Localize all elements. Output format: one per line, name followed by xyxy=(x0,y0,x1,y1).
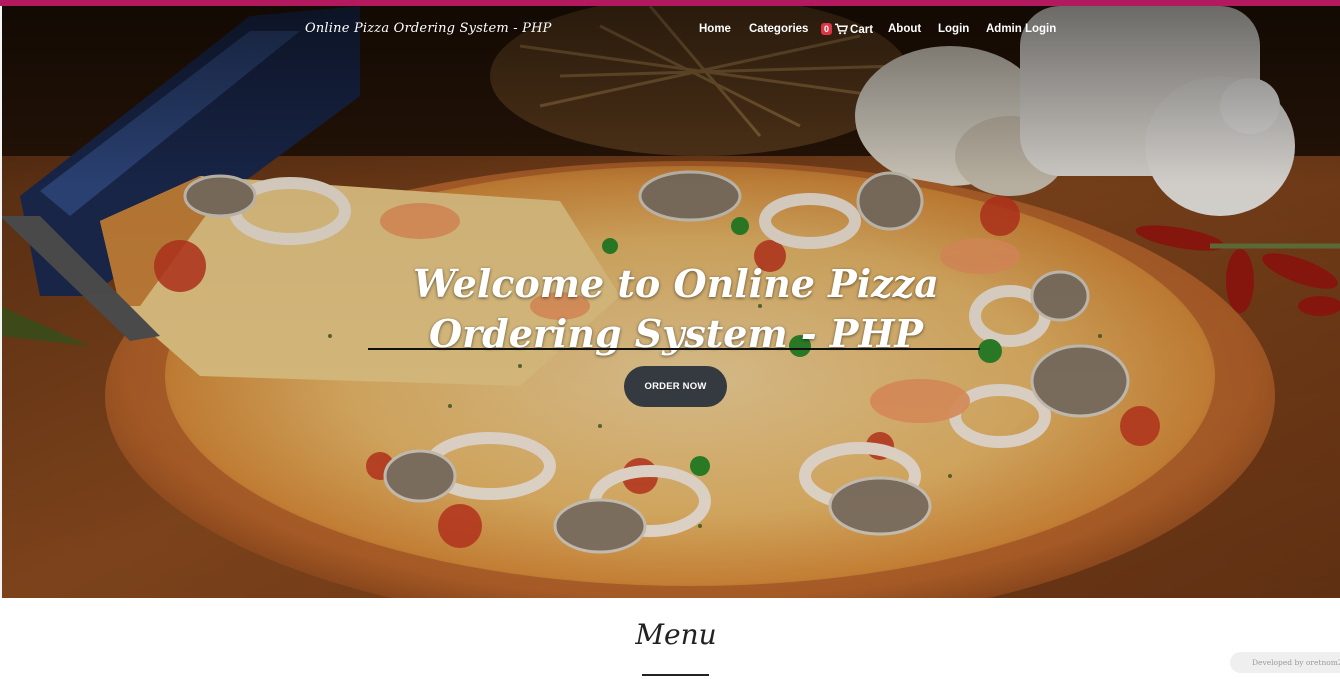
nav-categories[interactable]: Categories xyxy=(749,23,808,35)
cart-icon xyxy=(835,23,849,35)
menu-divider xyxy=(642,674,709,676)
main-nav: Home Categories 0 Cart About Login Admin … xyxy=(0,23,1340,43)
cart-label: Cart xyxy=(850,24,874,36)
cart-count-badge: 0 xyxy=(821,23,833,35)
nav-about[interactable]: About xyxy=(888,23,921,35)
menu-heading: Menu xyxy=(635,618,717,651)
hero-section: Online Pizza Ordering System - PHP Home … xyxy=(0,6,1340,598)
left-edge-border xyxy=(0,6,2,598)
hero-divider xyxy=(368,348,980,350)
developer-credit-badge[interactable]: Developed by oretnom23 xyxy=(1230,652,1340,673)
nav-login[interactable]: Login xyxy=(938,23,969,35)
order-now-button[interactable]: ORDER NOW xyxy=(624,366,727,407)
nav-admin-login[interactable]: Admin Login xyxy=(986,23,1056,35)
hero-heading: Welcome to Online Pizza Ordering System … xyxy=(413,261,939,357)
nav-home[interactable]: Home xyxy=(699,23,731,35)
nav-cart[interactable]: 0 Cart xyxy=(821,23,873,36)
